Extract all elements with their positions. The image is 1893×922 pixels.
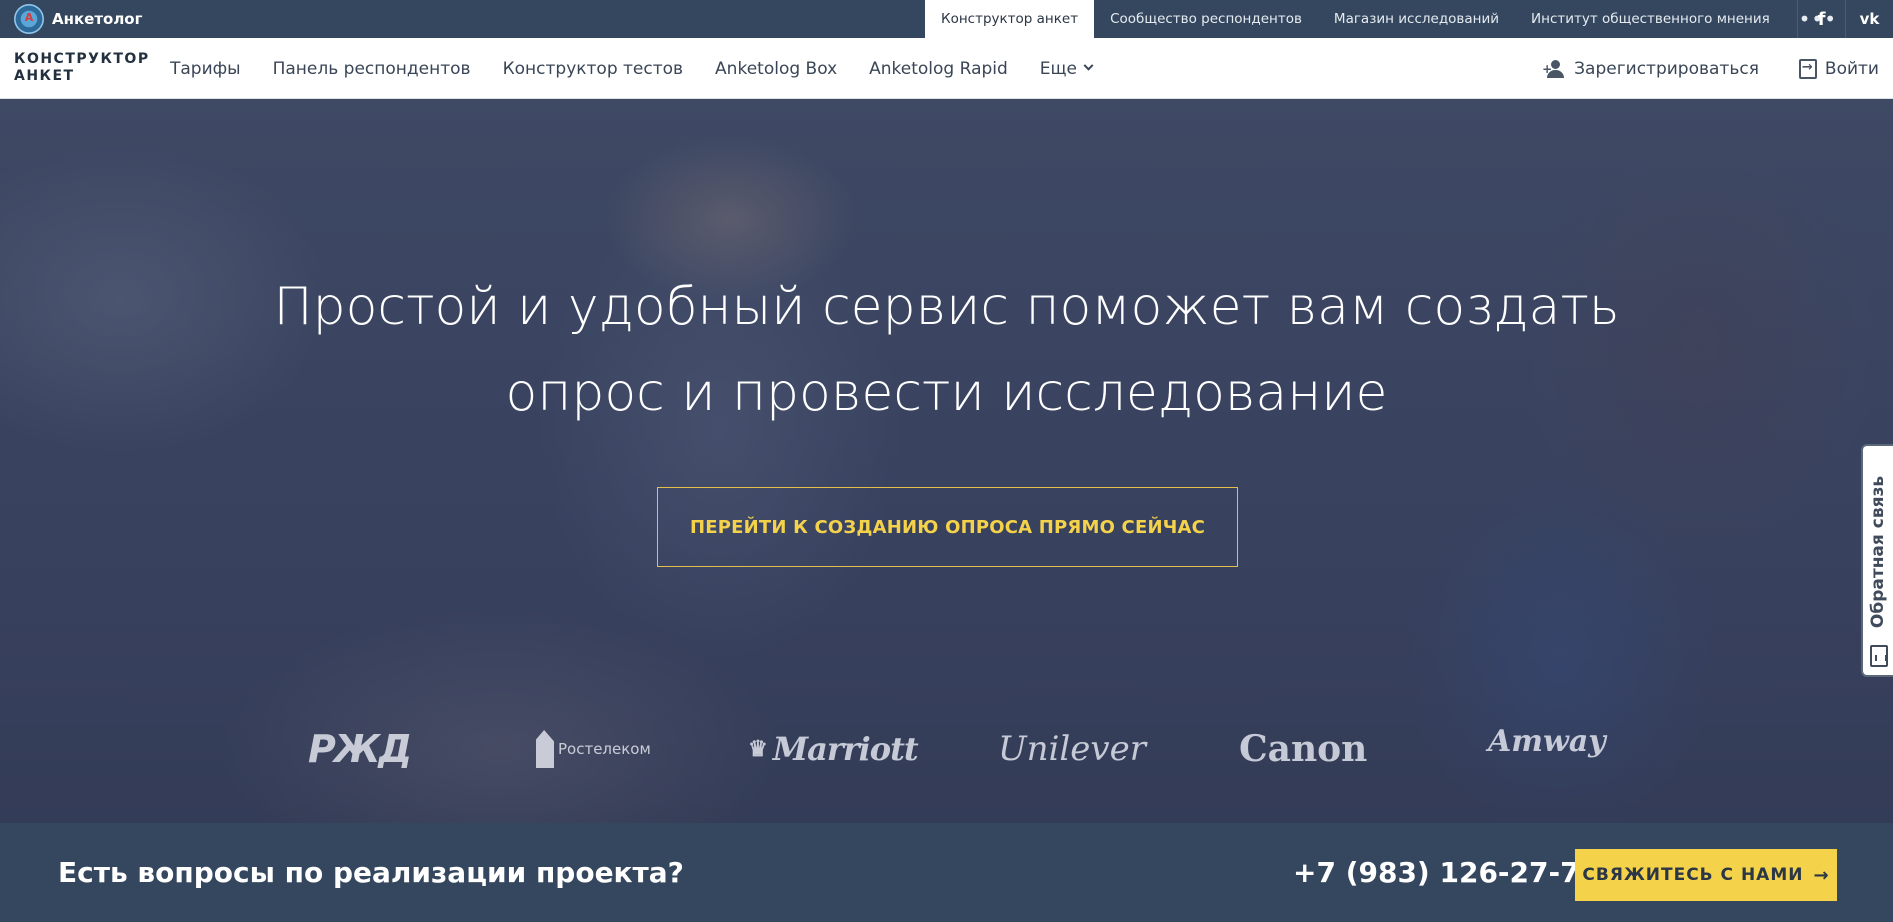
login-button[interactable]: Войти xyxy=(1798,58,1879,79)
arrow-right-icon: → xyxy=(1813,864,1830,886)
top-link-survey-builder[interactable]: Конструктор анкет xyxy=(925,0,1095,38)
nav-item-more[interactable]: Еще xyxy=(1024,59,1108,79)
feedback-icon xyxy=(1870,645,1888,667)
vk-icon[interactable]: vk xyxy=(1845,0,1893,38)
nav-item-more-label: Еще xyxy=(1039,58,1078,79)
facebook-icon[interactable]: f xyxy=(1797,0,1845,38)
top-link-public-opinion-institute[interactable]: Институт общественного мнения xyxy=(1515,0,1786,38)
rostelecom-mark-icon xyxy=(536,730,554,768)
nav-logo-line1: КОНСТРУКТОР xyxy=(14,51,150,67)
contact-us-button[interactable]: СВЯЖИТЕСЬ С НАМИ → xyxy=(1575,849,1837,901)
marriott-mark-icon: ♛ xyxy=(748,736,768,762)
main-nav: КОНСТРУКТОР АНКЕТ Тарифы Панель респонде… xyxy=(0,38,1893,99)
nav-auth: + Зарегистрироваться Войти xyxy=(1542,38,1879,99)
nav-item-test-builder[interactable]: Конструктор тестов xyxy=(487,59,699,79)
unilever-logo: Unilever xyxy=(998,729,1147,769)
contact-us-label: СВЯЖИТЕСЬ С НАМИ xyxy=(1582,865,1804,885)
login-icon xyxy=(1798,58,1817,79)
amway-logo: Amway xyxy=(1488,723,1606,759)
register-button[interactable]: + Зарегистрироваться xyxy=(1542,59,1759,79)
rostelecom-logo: Ростелеком xyxy=(536,719,651,779)
hero-section: Простой и удобный сервис поможет вам соз… xyxy=(0,99,1893,823)
nav-item-anketolog-rapid[interactable]: Anketolog Rapid xyxy=(853,59,1024,79)
top-link-research-store[interactable]: Магазин исследований xyxy=(1318,0,1515,38)
login-label: Войти xyxy=(1824,58,1879,79)
chevron-down-icon xyxy=(1083,60,1094,71)
register-label: Зарегистрироваться xyxy=(1574,58,1759,79)
top-bar: Анкетолог Конструктор анкет Сообщество р… xyxy=(0,0,1893,38)
nav-logo[interactable]: КОНСТРУКТОР АНКЕТ xyxy=(14,51,150,85)
rostelecom-logo-text: Ростелеком xyxy=(558,740,651,758)
canon-logo: Canon xyxy=(1239,728,1368,770)
top-link-respondent-community[interactable]: Сообщество респондентов xyxy=(1094,0,1318,38)
contact-bar: Есть вопросы по реализации проекта? +7 (… xyxy=(0,823,1893,922)
contact-phone[interactable]: +7 (983) 126-27-72 xyxy=(1293,856,1599,889)
anketolog-logo-icon xyxy=(14,4,44,34)
nav-item-anketolog-box[interactable]: Anketolog Box xyxy=(699,59,853,79)
nav-logo-line2: АНКЕТ xyxy=(14,68,75,84)
nav-items: Тарифы Панель респондентов Конструктор т… xyxy=(154,38,1108,99)
hero-title-line1: Простой и удобный сервис поможет вам соз… xyxy=(273,277,1620,337)
brand-name: Анкетолог xyxy=(52,10,143,28)
hero-background-image xyxy=(0,99,1893,823)
client-logos: РЖД Ростелеком ♛ Marriott Unilever Canon… xyxy=(0,719,1893,779)
marriott-logo: ♛ Marriott xyxy=(748,719,919,779)
nav-item-respondent-panel[interactable]: Панель респондентов xyxy=(257,59,487,79)
hero-title-line2: опрос и провести исследование xyxy=(505,363,1388,423)
marriott-logo-text: Marriott xyxy=(772,730,919,768)
feedback-tab[interactable]: Обратная связь xyxy=(1861,444,1893,677)
nav-item-pricing[interactable]: Тарифы xyxy=(154,59,257,79)
top-links: Конструктор анкет Сообщество респонденто… xyxy=(925,0,1850,38)
rzd-logo: РЖД xyxy=(308,727,412,771)
create-survey-button[interactable]: ПЕРЕЙТИ К СОЗДАНИЮ ОПРОСА ПРЯМО СЕЙЧАС xyxy=(657,487,1238,567)
contact-question: Есть вопросы по реализации проекта? xyxy=(58,856,684,889)
feedback-label: Обратная связь xyxy=(1868,475,1888,629)
add-user-icon: + xyxy=(1542,59,1566,78)
hero-title: Простой и удобный сервис поможет вам соз… xyxy=(0,264,1893,436)
brand[interactable]: Анкетолог xyxy=(0,0,142,38)
